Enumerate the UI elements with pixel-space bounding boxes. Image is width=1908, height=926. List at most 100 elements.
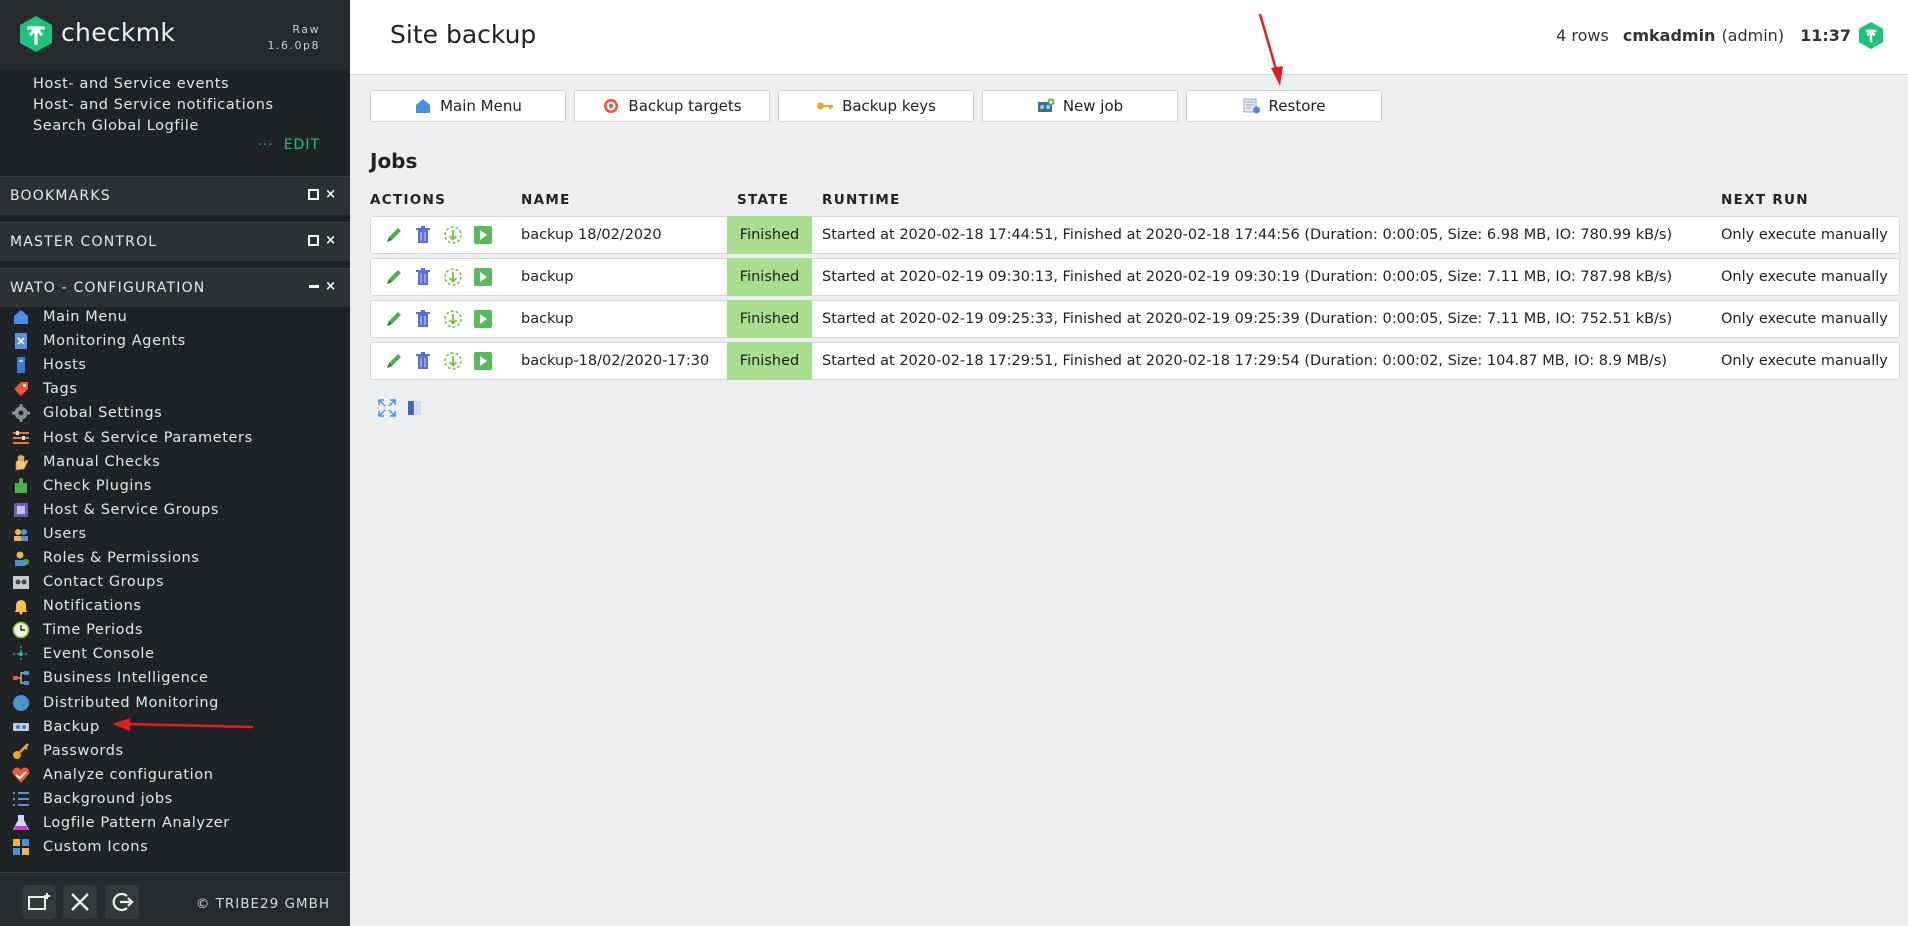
job-name: backup: [521, 311, 574, 327]
key-icon: [817, 102, 834, 110]
delete-icon[interactable]: [413, 351, 433, 371]
start-icon[interactable]: [473, 351, 493, 371]
minimize-icon[interactable]: [308, 285, 319, 288]
button-label: Backup keys: [842, 97, 936, 115]
backup-targets-button[interactable]: Backup targets: [574, 90, 770, 122]
wato-item-manual-checks[interactable]: Manual Checks: [12, 450, 253, 474]
col-actions: ACTIONS: [370, 192, 447, 208]
bell-icon: [14, 600, 28, 615]
host-icon: [17, 357, 25, 374]
edit-icon[interactable]: [384, 309, 404, 329]
context-buttons: Main Menu Backup targets Backup keys New…: [370, 90, 1390, 122]
job-next-run: Only execute manually: [1721, 269, 1888, 285]
wato-item-host-service-parameters[interactable]: Host & Service Parameters: [12, 425, 253, 449]
wato-item-time-periods[interactable]: Time Periods: [12, 618, 253, 642]
wato-item-roles-permissions[interactable]: Roles & Permissions: [12, 546, 253, 570]
edition-label: Raw: [292, 23, 320, 36]
wato-item-label: Passwords: [43, 742, 124, 759]
link-host-service-notifications[interactable]: Host- and Service notifications: [33, 95, 274, 116]
logout-button[interactable]: [105, 885, 139, 919]
column-toggle-icon[interactable]: [406, 399, 424, 417]
add-snapin-icon: [28, 893, 50, 910]
restore-button[interactable]: Restore: [1186, 90, 1382, 122]
restore-icon[interactable]: [443, 225, 463, 245]
wato-item-host-service-groups[interactable]: Host & Service Groups: [12, 498, 253, 522]
main-menu-button[interactable]: Main Menu: [370, 90, 566, 122]
sidebar-footer: © TRIBE29 GMBH: [0, 872, 350, 926]
restore-icon[interactable]: [443, 309, 463, 329]
col-name[interactable]: NAME: [521, 192, 571, 208]
edit-link[interactable]: ··· EDIT: [257, 137, 320, 153]
add-snapin-button[interactable]: [22, 885, 56, 919]
job-next-run: Only execute manually: [1721, 311, 1888, 327]
wato-item-notifications[interactable]: Notifications: [12, 594, 253, 618]
wato-item-contact-groups[interactable]: Contact Groups: [12, 570, 253, 594]
snapin-bookmarks-header[interactable]: BOOKMARKS ×: [0, 176, 350, 215]
fullscreen-icon[interactable]: [378, 399, 396, 417]
username[interactable]: cmkadmin: [1623, 26, 1716, 45]
sidebar-header: checkmk Raw 1.6.0p8: [0, 0, 350, 69]
wato-item-backup[interactable]: Backup: [12, 715, 253, 739]
col-next-run[interactable]: NEXT RUN: [1721, 192, 1809, 208]
edition-info: Raw 1.6.0p8: [268, 22, 320, 54]
puzzle-icon: [15, 477, 27, 493]
delete-icon[interactable]: [413, 267, 433, 287]
close-icon[interactable]: ×: [325, 279, 338, 294]
checkmk-logo-icon[interactable]: [20, 16, 52, 52]
link-host-service-events[interactable]: Host- and Service events: [33, 74, 274, 95]
wato-item-custom-icons[interactable]: Custom Icons: [12, 835, 253, 859]
table-row: backup-18/02/2020-17:30 Finished Started a…: [370, 342, 1900, 380]
maximize-icon[interactable]: [307, 235, 319, 246]
link-search-global-logfile[interactable]: Search Global Logfile: [33, 116, 274, 137]
snapin-title: MASTER CONTROL: [10, 234, 158, 250]
copyright: © TRIBE29 GMBH: [195, 896, 330, 912]
wato-item-label: Manual Checks: [43, 453, 161, 470]
wato-menu: Main Menu Monitoring Agents Hosts Tags G…: [12, 305, 253, 859]
wato-item-passwords[interactable]: Passwords: [12, 739, 253, 763]
start-icon[interactable]: [473, 309, 493, 329]
delete-icon[interactable]: [413, 225, 433, 245]
start-icon[interactable]: [473, 267, 493, 287]
hand-icon: [15, 454, 29, 470]
sidebar-settings-button[interactable]: [63, 885, 97, 919]
backup-icon: [13, 722, 29, 731]
restore-icon[interactable]: [443, 267, 463, 287]
close-icon[interactable]: ×: [325, 233, 338, 248]
checkmk-status-icon[interactable]: [1859, 22, 1883, 49]
bi-icon: [13, 671, 29, 686]
snapin-wato-header[interactable]: WATO - CONFIGURATION ×: [0, 268, 350, 307]
wato-item-label: Distributed Monitoring: [43, 694, 219, 711]
wato-item-analyze-configuration[interactable]: Analyze configuration: [12, 763, 253, 787]
wato-item-logfile-pattern-analyzer[interactable]: Logfile Pattern Analyzer: [12, 811, 253, 835]
wato-item-business-intelligence[interactable]: Business Intelligence: [12, 666, 253, 690]
start-icon[interactable]: [473, 225, 493, 245]
wato-item-event-console[interactable]: Event Console: [12, 642, 253, 666]
edit-icon[interactable]: [384, 267, 404, 287]
col-runtime[interactable]: RUNTIME: [822, 192, 901, 208]
groups-icon: [14, 502, 28, 517]
events-snapin: Host- and Service events Host- and Servi…: [33, 74, 274, 137]
wato-item-main-menu[interactable]: Main Menu: [12, 305, 253, 329]
wato-item-background-jobs[interactable]: Background jobs: [12, 787, 253, 811]
wato-item-users[interactable]: Users: [12, 522, 253, 546]
close-icon[interactable]: ×: [325, 187, 338, 202]
wato-item-distributed-monitoring[interactable]: Distributed Monitoring: [12, 691, 253, 715]
wato-item-global-settings[interactable]: Global Settings: [12, 401, 253, 425]
restore-icon[interactable]: [443, 351, 463, 371]
new-job-button[interactable]: New job: [982, 90, 1178, 122]
col-state[interactable]: STATE: [737, 192, 789, 208]
edit-icon[interactable]: [384, 225, 404, 245]
snapin-master-control-header[interactable]: MASTER CONTROL ×: [0, 222, 350, 261]
delete-icon[interactable]: [413, 309, 433, 329]
wato-item-hosts[interactable]: Hosts: [12, 353, 253, 377]
new-job-icon: [1037, 98, 1055, 112]
maximize-icon[interactable]: [307, 189, 319, 200]
button-label: New job: [1062, 97, 1124, 115]
edit-icon[interactable]: [384, 351, 404, 371]
wato-item-label: Hosts: [43, 357, 87, 374]
top-bar: Site backup 4 rows cmkadmin (admin) 11:3…: [350, 0, 1908, 75]
wato-item-check-plugins[interactable]: Check Plugins: [12, 474, 253, 498]
wato-item-tags[interactable]: Tags: [12, 377, 253, 401]
wato-item-monitoring-agents[interactable]: Monitoring Agents: [12, 329, 253, 353]
backup-keys-button[interactable]: Backup keys: [778, 90, 974, 122]
